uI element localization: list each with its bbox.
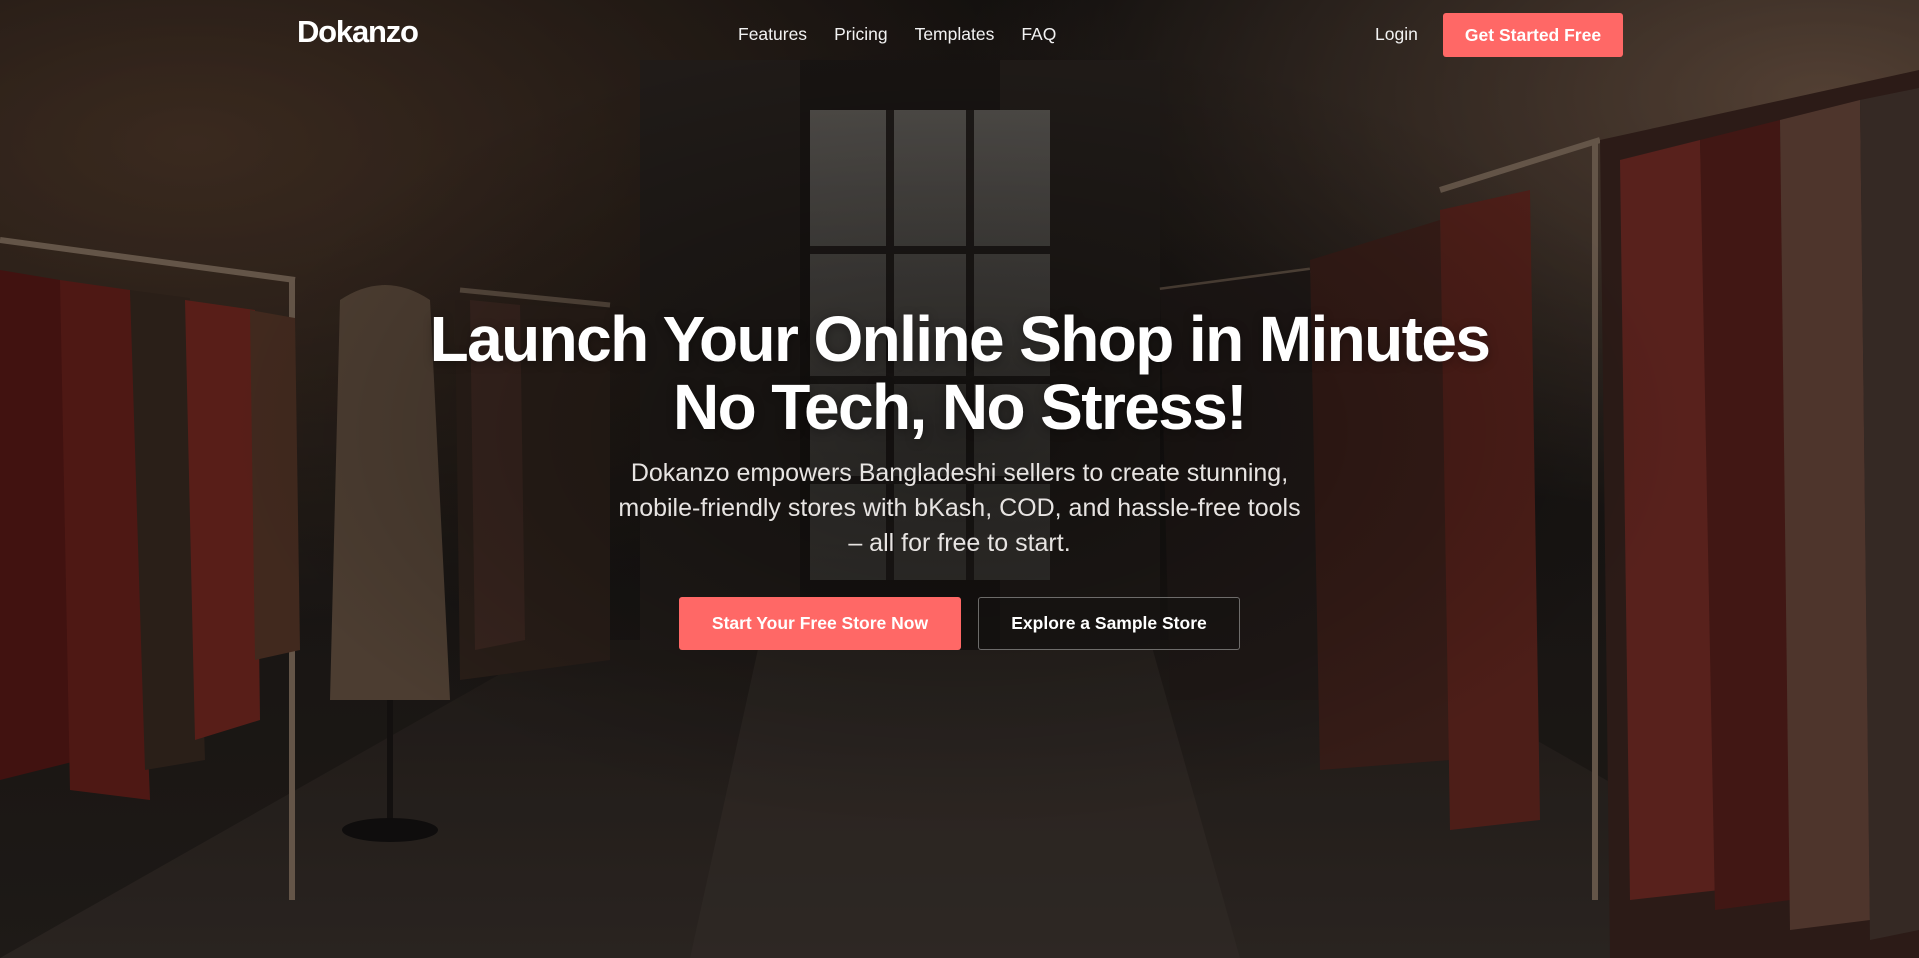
hero-title-line-1: Launch Your Online Shop in Minutes — [429, 303, 1491, 375]
nav-link-pricing[interactable]: Pricing — [834, 24, 888, 45]
hero-subtitle-line-3: – all for free to start. — [848, 529, 1071, 557]
start-free-store-button[interactable]: Start Your Free Store Now — [679, 597, 961, 650]
hero-title: Launch Your Online Shop in Minutes No Te… — [0, 305, 1919, 441]
hero-subtitle: Dokanzo empowers Bangladeshi sellers to … — [582, 456, 1337, 561]
login-link[interactable]: Login — [1375, 24, 1418, 45]
nav-links: Features Pricing Templates FAQ — [738, 24, 1056, 45]
top-navigation: Dokanzo Features Pricing Templates FAQ L… — [0, 0, 1919, 70]
explore-sample-store-button[interactable]: Explore a Sample Store — [978, 597, 1240, 650]
hero-title-line-2: No Tech, No Stress! — [673, 371, 1248, 443]
get-started-button[interactable]: Get Started Free — [1443, 13, 1623, 57]
hero-subtitle-line-1: Dokanzo empowers Bangladeshi sellers to … — [630, 459, 1289, 487]
nav-link-templates[interactable]: Templates — [915, 24, 995, 45]
nav-link-faq[interactable]: FAQ — [1021, 24, 1056, 45]
hero-subtitle-line-2: mobile-friendly stores with bKash, COD, … — [618, 494, 1301, 522]
nav-link-features[interactable]: Features — [738, 24, 807, 45]
logo[interactable]: Dokanzo — [297, 14, 419, 50]
